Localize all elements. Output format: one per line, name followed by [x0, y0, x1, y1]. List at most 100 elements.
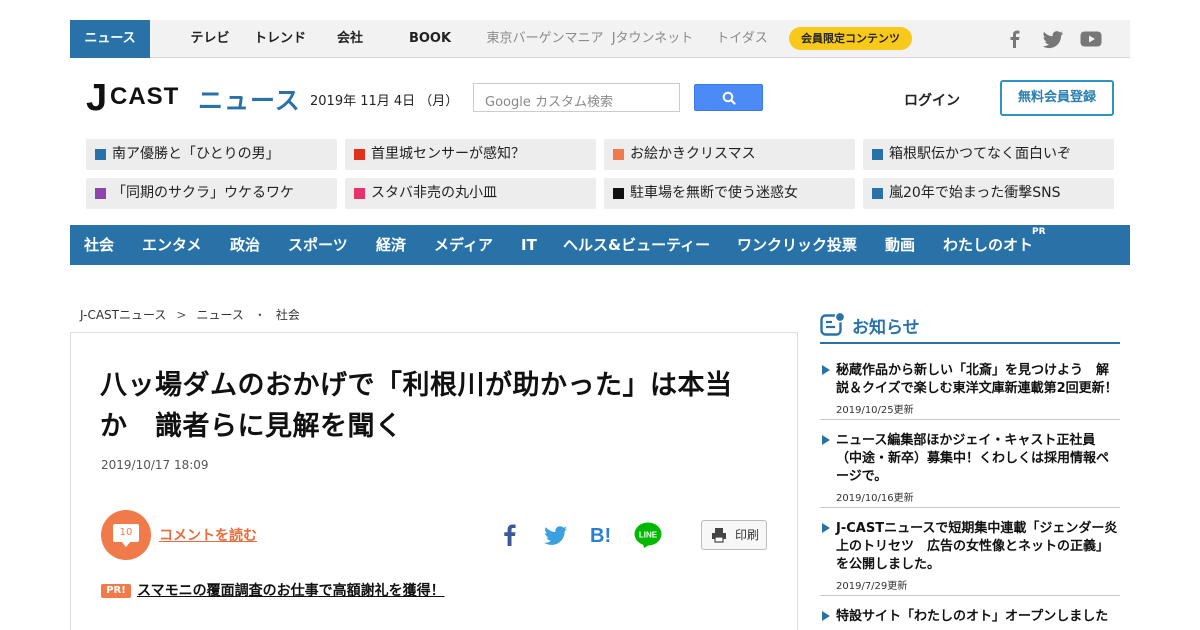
tag-color-marker	[872, 188, 883, 199]
breadcrumb: J-CASTニュース > ニュース・社会	[80, 306, 300, 323]
trend-tag[interactable]: 駐車場を無断で使う迷惑女	[604, 178, 855, 209]
read-comments-link[interactable]: コメントを読む	[159, 525, 257, 545]
trend-tag[interactable]: 首里城センサーが感知？	[345, 139, 596, 170]
trend-tag[interactable]: 南ア優勝と「ひとりの男」	[86, 139, 337, 170]
svg-text:B!: B!	[590, 525, 611, 547]
notice-text: 特設サイト「わたしのオト」オープンしました	[836, 608, 1120, 626]
article-title-line: 八ッ場ダムのおかげで「利根川が助かった」は本当	[100, 370, 733, 401]
category-sports[interactable]: スポーツ	[288, 225, 348, 265]
youtube-icon[interactable]	[1080, 29, 1102, 49]
notice-text-line: を公開しました。	[836, 557, 941, 572]
sidebar-heading: お知らせ	[820, 310, 1120, 344]
divider	[820, 419, 1120, 420]
tag-label: 「同期のサクラ」ウケるワケ	[112, 185, 294, 201]
trend-tag[interactable]: スタバ非売の丸小皿	[345, 178, 596, 209]
notice-item[interactable]: 秘蔵作品から新しい「北斎」を見つけよう 解 説＆クイズで楽しむ東洋文庫新連載第2…	[822, 362, 1120, 416]
login-link[interactable]: ログイン	[904, 90, 960, 110]
topnav-tv[interactable]: テレビ	[170, 20, 250, 58]
pr-badge: PR!	[101, 584, 131, 598]
search-input[interactable]: Google カスタム検索	[473, 83, 680, 112]
bullet-triangle-icon	[822, 435, 830, 445]
trend-tag[interactable]: 嵐20年で始まった衝撃SNS	[863, 178, 1114, 209]
trend-tag[interactable]: お絵かきクリスマス	[604, 139, 855, 170]
category-health-beauty[interactable]: ヘルス&ビューティー	[563, 225, 710, 265]
bullet-triangle-icon	[822, 611, 830, 621]
article-title: 八ッ場ダムのおかげで「利根川が助かった」は本当 か 識者らに見解を聞く	[100, 365, 780, 447]
tag-color-marker	[95, 188, 106, 199]
comment-bubble-tail	[121, 541, 131, 547]
topnav-book[interactable]: BOOK	[390, 20, 470, 58]
notice-date: 2019/10/25更新	[836, 405, 914, 416]
current-date: 2019年 11月 4日 （月）	[310, 94, 459, 109]
trend-tag[interactable]: 箱根駅伝かつてなく面白いぞ	[863, 139, 1114, 170]
tag-color-marker	[613, 149, 624, 160]
breadcrumb-separator: ・	[253, 308, 266, 322]
notice-text: ニュース編集部ほかジェイ・キャスト正社員 （中途・新卒）募集中！くわしくは採用情…	[836, 432, 1120, 486]
divider	[820, 507, 1120, 508]
tag-label: 嵐20年で始まった衝撃SNS	[889, 185, 1061, 201]
breadcrumb-home[interactable]: J-CASTニュース	[80, 306, 166, 323]
notice-text: 秘蔵作品から新しい「北斎」を見つけよう 解 説＆クイズで楽しむ東洋文庫新連載第2…	[836, 362, 1120, 398]
comment-icon[interactable]: 10	[101, 510, 151, 560]
register-button[interactable]: 無料会員登録	[1000, 80, 1114, 116]
breadcrumb-society[interactable]: 社会	[276, 306, 300, 323]
notice-text-line: 説＆クイズで楽しむ東洋文庫新連載第2回更新！	[836, 381, 1118, 396]
notice-icon	[820, 312, 846, 336]
facebook-icon[interactable]	[1004, 29, 1026, 49]
hatena-bookmark-icon[interactable]: B!	[587, 520, 617, 550]
notice-item[interactable]: J-CASTニュースで短期集中連載「ジェンダー炎 上のトリセツ 広告の女性像とネ…	[822, 520, 1120, 592]
breadcrumb-news[interactable]: ニュース	[196, 306, 243, 323]
notice-text-line: （中途・新卒）募集中！くわしくは採用情報ペ	[836, 451, 1110, 466]
topnav-toidas[interactable]: トイダス	[707, 20, 777, 58]
tag-label: 箱根駅伝かつてなく面白いぞ	[889, 146, 1071, 162]
category-nav: 社会 エンタメ 政治 スポーツ 経済 メディア IT ヘルス&ビューティー ワン…	[70, 225, 1130, 265]
tag-color-marker	[354, 188, 365, 199]
category-watashi-no-oto[interactable]: わたしのオト	[943, 225, 1033, 265]
facebook-share-icon[interactable]	[495, 520, 525, 550]
tag-label: お絵かきクリスマス	[630, 146, 756, 162]
topnav-news[interactable]: ニュース	[70, 20, 150, 58]
twitter-icon[interactable]	[1042, 29, 1064, 49]
tag-color-marker	[95, 149, 106, 160]
logo-news: ニュース	[198, 86, 301, 115]
category-it[interactable]: IT	[521, 225, 537, 265]
print-label: 印刷	[735, 528, 760, 542]
breadcrumb-separator: >	[176, 308, 187, 322]
category-entame[interactable]: エンタメ	[142, 225, 202, 265]
category-video[interactable]: 動画	[885, 225, 915, 265]
topnav-bargain[interactable]: 東京バーゲンマニア	[480, 20, 610, 58]
members-badge[interactable]: 会員限定コンテンツ	[789, 27, 912, 50]
tag-color-marker	[613, 188, 624, 199]
notice-text-line: 上のトリセツ 広告の女性像とネットの正義」	[836, 539, 1110, 554]
topnav-jtown[interactable]: Jタウンネット	[610, 20, 695, 58]
bullet-triangle-icon	[822, 523, 830, 533]
topnav-company[interactable]: 会社	[310, 20, 390, 58]
sidebar-heading-label: お知らせ	[852, 318, 920, 338]
notice-date: 2019/10/16更新	[836, 493, 914, 504]
search-button[interactable]	[694, 84, 763, 111]
pr-ad-link[interactable]: スマモニの覆面調査のお仕事で高額謝礼を獲得！	[137, 580, 445, 600]
notice-item[interactable]: ニュース編集部ほかジェイ・キャスト正社員 （中途・新卒）募集中！くわしくは採用情…	[822, 432, 1120, 504]
category-media[interactable]: メディア	[434, 225, 493, 265]
tag-color-marker	[354, 149, 365, 160]
tag-label: 駐車場を無断で使う迷惑女	[630, 185, 798, 201]
category-one-click-vote[interactable]: ワンクリック投票	[737, 225, 857, 265]
notice-text-line: ニュース編集部ほかジェイ・キャスト正社員	[836, 433, 1096, 448]
line-share-icon[interactable]: LINE	[633, 520, 663, 550]
print-button[interactable]: 印刷	[701, 520, 767, 550]
notice-text-line: 秘蔵作品から新しい「北斎」を見つけよう 解	[836, 363, 1110, 378]
printer-icon	[712, 528, 726, 543]
logo-cast: CAST	[110, 83, 180, 110]
notice-text-line: ージで。	[836, 469, 888, 484]
trend-tag[interactable]: 「同期のサクラ」ウケるワケ	[86, 178, 337, 209]
comment-count: 10	[113, 524, 139, 542]
category-politics[interactable]: 政治	[230, 225, 260, 265]
topnav-trend[interactable]: トレンド	[240, 20, 320, 58]
notice-text-line: J-CASTニュースで短期集中連載「ジェンダー炎	[836, 521, 1118, 536]
divider	[820, 595, 1120, 596]
twitter-share-icon[interactable]	[541, 520, 571, 550]
category-society[interactable]: 社会	[84, 225, 114, 265]
category-economy[interactable]: 経済	[376, 225, 406, 265]
tag-color-marker	[872, 149, 883, 160]
notice-item[interactable]: 特設サイト「わたしのオト」オープンしました	[822, 608, 1120, 630]
